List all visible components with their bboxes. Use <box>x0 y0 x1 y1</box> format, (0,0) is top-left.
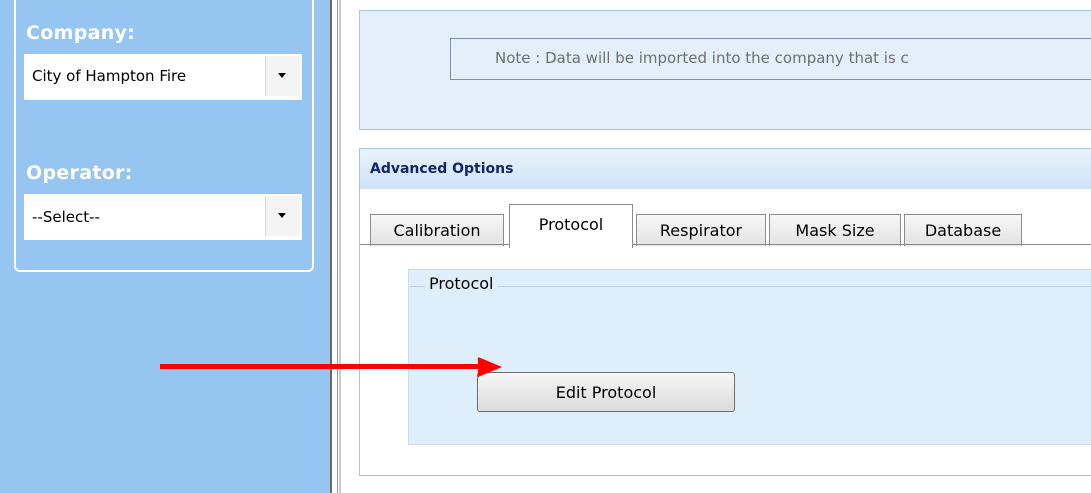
import-note-box: Note : Data will be imported into the co… <box>450 38 1091 80</box>
arrow-right-icon <box>478 357 502 377</box>
company-dropdown-button[interactable] <box>265 56 300 96</box>
advanced-options-header: Advanced Options <box>360 149 1091 189</box>
annotation-arrow-line <box>160 364 480 369</box>
advanced-options-tabstrip: Calibration Protocol Respirator Mask Siz… <box>360 204 1091 248</box>
company-label: Company: <box>26 22 136 44</box>
tabstrip-baseline <box>360 244 1091 245</box>
panel-splitter[interactable] <box>330 0 338 493</box>
protocol-group-title: Protocol <box>425 274 498 293</box>
protocol-tab-body: Protocol Edit Protocol <box>408 269 1091 445</box>
operator-select[interactable]: --Select-- <box>24 194 302 240</box>
tab-protocol[interactable]: Protocol <box>509 204 633 248</box>
left-sidebar: Company: City of Hampton Fire Operator: … <box>0 0 330 493</box>
main-content: Note : Data will be imported into the co… <box>341 0 1091 493</box>
tab-respirator[interactable]: Respirator <box>636 214 766 246</box>
advanced-options-title: Advanced Options <box>370 161 514 177</box>
edit-protocol-button[interactable]: Edit Protocol <box>477 372 735 412</box>
import-panel: Note : Data will be imported into the co… <box>359 10 1091 130</box>
tab-calibration[interactable]: Calibration <box>370 214 504 246</box>
tab-database[interactable]: Database <box>904 214 1022 246</box>
chevron-down-icon <box>278 73 286 78</box>
import-note-text: Note : Data will be imported into the co… <box>495 49 909 67</box>
company-select-value: City of Hampton Fire <box>32 67 187 85</box>
tab-mask-size[interactable]: Mask Size <box>769 214 901 246</box>
advanced-options-panel: Advanced Options Calibration Protocol Re… <box>359 148 1091 476</box>
operator-select-value: --Select-- <box>32 208 100 226</box>
operator-label: Operator: <box>26 162 133 184</box>
protocol-group-border <box>409 286 1091 287</box>
company-select[interactable]: City of Hampton Fire <box>24 54 302 100</box>
operator-dropdown-button[interactable] <box>265 196 300 236</box>
chevron-down-icon <box>278 213 286 218</box>
